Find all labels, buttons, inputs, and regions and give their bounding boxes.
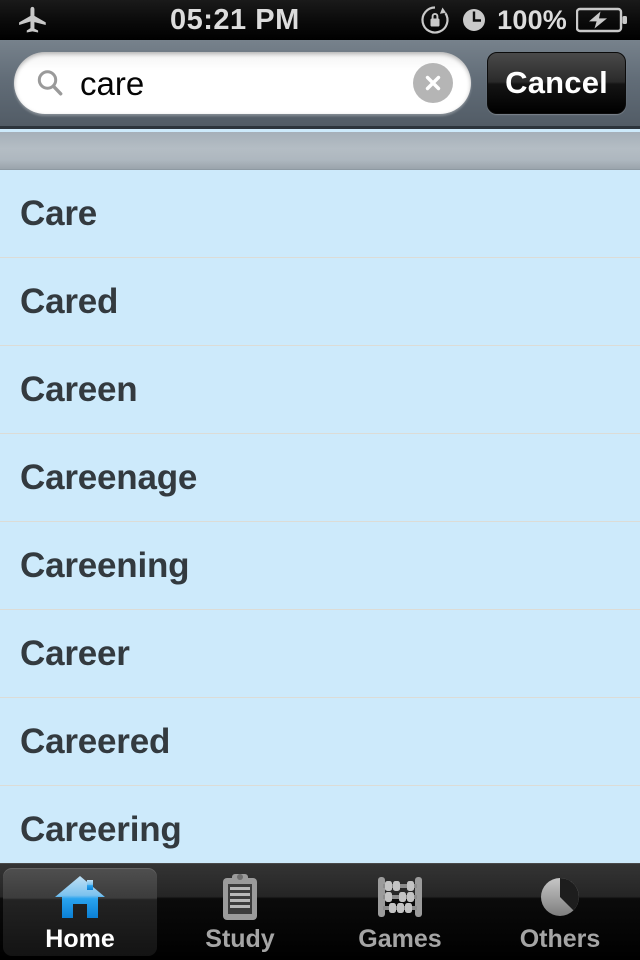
airplane-icon (16, 3, 50, 37)
tab-others[interactable]: Others (483, 868, 637, 956)
tab-games-label: Games (358, 925, 442, 953)
status-bar-left (0, 3, 170, 37)
list-item[interactable]: Care (0, 170, 640, 258)
home-icon (53, 872, 107, 922)
list-item[interactable]: Careen (0, 346, 640, 434)
search-input-value[interactable]: care (80, 67, 413, 100)
clipboard-icon (218, 872, 262, 922)
list-item[interactable]: Careenage (0, 434, 640, 522)
list-item-label: Careening (20, 546, 190, 585)
clear-circle-icon[interactable] (413, 63, 454, 103)
abacus-icon (374, 872, 426, 922)
status-bar: 05:21 PM 100% (0, 0, 640, 40)
tab-bar: Home Study Games Others (0, 863, 640, 960)
alarm-clock-icon (460, 6, 488, 34)
tab-home[interactable]: Home (3, 868, 157, 956)
list-item[interactable]: Cared (0, 258, 640, 346)
search-bar: care Cancel (0, 40, 640, 129)
cancel-button[interactable]: Cancel (487, 52, 626, 114)
list-item-label: Careering (20, 810, 182, 849)
search-icon (34, 67, 66, 99)
search-input[interactable]: care (14, 52, 472, 114)
tab-games[interactable]: Games (323, 868, 477, 956)
list-item-label: Careenage (20, 458, 198, 497)
pie-chart-icon (536, 872, 584, 922)
list-item-label: Cared (20, 282, 119, 321)
status-time: 05:21 PM (170, 3, 300, 36)
list-item[interactable]: Careening (0, 522, 640, 610)
list-item-label: Care (20, 194, 98, 233)
search-results-list[interactable]: Care Cared Careen Careenage Careening Ca… (0, 170, 640, 863)
list-item[interactable]: Career (0, 610, 640, 698)
status-bar-right: 100% (300, 4, 640, 36)
status-bar-center: 05:21 PM (170, 4, 300, 37)
tab-study[interactable]: Study (163, 868, 317, 956)
battery-charging-icon (576, 6, 628, 34)
tab-study-label: Study (205, 925, 275, 953)
battery-percent-label: 100% (497, 4, 567, 35)
tab-others-label: Others (519, 925, 601, 953)
list-item[interactable]: Careered (0, 698, 640, 786)
app-screen: 05:21 PM 100% care Cancel Care Cared Car… (0, 0, 640, 960)
rotation-lock-icon (419, 4, 451, 36)
list-item-label: Careered (20, 722, 171, 761)
scope-bar (0, 132, 640, 170)
list-item-label: Careen (20, 370, 138, 409)
tab-home-label: Home (45, 925, 115, 953)
list-item[interactable]: Careering (0, 786, 640, 863)
list-item-label: Career (20, 634, 130, 673)
